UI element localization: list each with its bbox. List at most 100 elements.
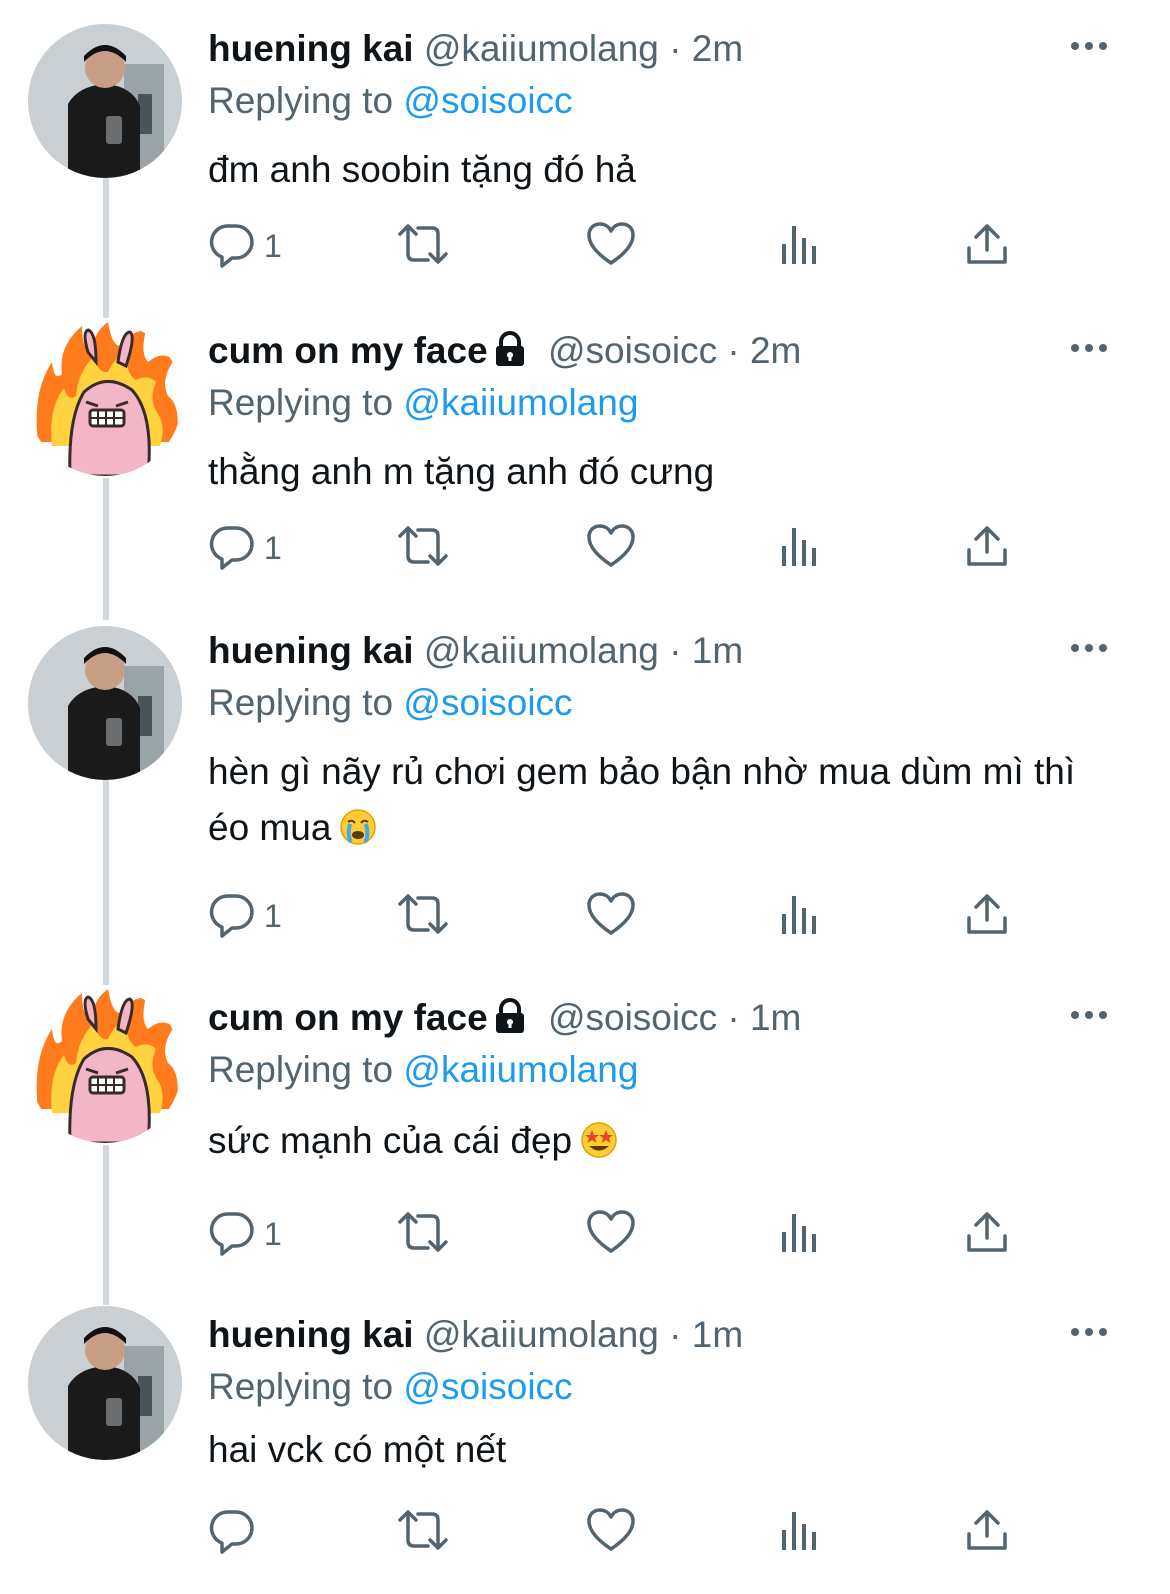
reply-icon [208,1208,256,1261]
timestamp[interactable]: 2m [750,330,801,371]
like-button[interactable] [586,891,636,941]
display-name[interactable]: cum on my face [208,330,488,371]
like-button[interactable] [586,1209,636,1259]
views-icon [778,1208,822,1261]
like-button[interactable] [586,221,636,271]
replying-to-prefix: Replying to [208,1049,394,1090]
like-button[interactable] [586,523,636,573]
tweet-header: huening kai @kaiiumolang · 1m [208,1310,743,1360]
share-button[interactable] [964,523,1010,573]
reply-button[interactable]: 1 [208,1209,282,1259]
share-icon [964,1506,1010,1559]
reply-icon [208,522,256,575]
share-button[interactable] [964,221,1010,271]
separator-dot: · [727,997,740,1038]
separator-dot: · [669,630,682,671]
tweet-header: cum on my face @soisoicc · 2m [208,326,801,376]
avatar[interactable] [28,24,182,178]
lock-icon [492,330,528,380]
tweet-header: huening kai @kaiiumolang · 2m [208,24,743,74]
timestamp[interactable]: 2m [692,28,743,69]
retweet-button[interactable] [396,523,450,573]
mention-link[interactable]: @soisoicc [403,80,572,121]
reply-icon [208,220,256,273]
reply-button[interactable]: 1 [208,221,282,271]
display-name[interactable]: huening kai [208,630,414,671]
replying-to: Replying to @kaiiumolang [208,378,638,428]
retweet-button[interactable] [396,1507,450,1557]
avatar[interactable] [28,322,182,476]
avatar[interactable] [28,626,182,780]
reply-button[interactable]: 1 [208,523,282,573]
like-icon [586,890,636,943]
tweet[interactable]: huening kai @kaiiumolang · 2m Replying t… [0,24,1170,304]
views-button[interactable] [778,221,822,271]
views-button[interactable] [778,1507,822,1557]
share-button[interactable] [964,891,1010,941]
retweet-icon [396,890,450,943]
tweet[interactable]: cum on my face @soisoicc · 2m Replying t… [0,322,1170,606]
user-handle[interactable]: @soisoicc [548,330,717,371]
more-icon[interactable] [1068,1005,1110,1025]
avatar[interactable] [28,989,182,1143]
tweet-text-content: hèn gì nãy rủ chơi gem bảo bận nhờ mua d… [208,751,1076,848]
user-handle[interactable]: @soisoicc [548,997,717,1038]
tweet[interactable]: huening kai @kaiiumolang · 1m Replying t… [0,1306,1170,1594]
avatar[interactable] [28,1306,182,1460]
user-handle[interactable]: @kaiiumolang [424,1314,659,1355]
share-button[interactable] [964,1209,1010,1259]
tweet-text-content: thằng anh m tặng anh đó cưng [208,451,715,492]
tweet-text: sức mạnh của cái đẹp [208,1113,1108,1175]
reply-icon [208,890,256,943]
retweet-button[interactable] [396,1209,450,1259]
views-icon [778,220,822,273]
reply-button[interactable] [208,1507,264,1557]
display-name[interactable]: cum on my face [208,997,488,1038]
more-icon[interactable] [1068,1322,1110,1342]
views-button[interactable] [778,1209,822,1259]
reply-count: 1 [264,227,282,264]
replying-to-prefix: Replying to [208,682,394,723]
timestamp[interactable]: 1m [750,997,801,1038]
like-icon [586,522,636,575]
replying-to-prefix: Replying to [208,382,394,423]
share-icon [964,522,1010,575]
timestamp[interactable]: 1m [692,630,743,671]
reply-count: 1 [264,897,282,934]
mention-link[interactable]: @kaiiumolang [403,1049,638,1090]
tweet-text-content: đm anh soobin tặng đó hả [208,149,636,190]
retweet-icon [396,1506,450,1559]
timestamp[interactable]: 1m [692,1314,743,1355]
share-icon [964,220,1010,273]
more-icon[interactable] [1068,638,1110,658]
more-icon[interactable] [1068,338,1110,358]
mention-link[interactable]: @soisoicc [403,1366,572,1407]
replying-to: Replying to @soisoicc [208,1362,573,1412]
views-button[interactable] [778,891,822,941]
tweet[interactable]: huening kai @kaiiumolang · 1m Replying t… [0,626,1170,966]
reply-button[interactable]: 1 [208,891,282,941]
display-name[interactable]: huening kai [208,1314,414,1355]
separator-dot: · [669,28,682,69]
mention-link[interactable]: @soisoicc [403,682,572,723]
share-icon [964,890,1010,943]
tweet-header: cum on my face @soisoicc · 1m [208,993,801,1043]
display-name[interactable]: huening kai [208,28,414,69]
retweet-button[interactable] [396,221,450,271]
views-icon [778,890,822,943]
mention-link[interactable]: @kaiiumolang [403,382,638,423]
separator-dot: · [727,330,740,371]
like-icon [586,220,636,273]
more-icon[interactable] [1068,36,1110,56]
retweet-button[interactable] [396,891,450,941]
like-button[interactable] [586,1507,636,1557]
share-button[interactable] [964,1507,1010,1557]
views-button[interactable] [778,523,822,573]
replying-to: Replying to @soisoicc [208,678,573,728]
tweet-text: hèn gì nãy rủ chơi gem bảo bận nhờ mua d… [208,744,1103,862]
reply-count: 1 [264,529,282,566]
user-handle[interactable]: @kaiiumolang [424,630,659,671]
tweet-text: thằng anh m tặng anh đó cưng [208,444,1108,500]
tweet[interactable]: cum on my face @soisoicc · 1m Replying t… [0,989,1170,1283]
user-handle[interactable]: @kaiiumolang [424,28,659,69]
